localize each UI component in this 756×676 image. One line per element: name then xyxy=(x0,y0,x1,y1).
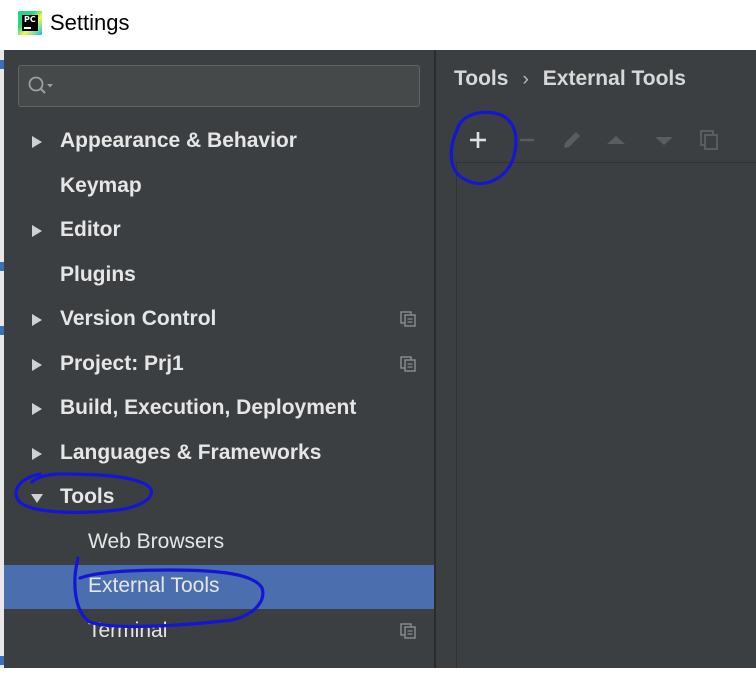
window-title: Settings xyxy=(50,10,130,35)
external-tools-list[interactable] xyxy=(456,162,756,668)
tools-toolbar xyxy=(436,118,756,162)
settings-tree-pane: Appearance & Behavior Keymap Editor Plugins… xyxy=(4,50,434,668)
tree-item-label: External Tools xyxy=(88,574,220,597)
move-down-icon[interactable] xyxy=(648,124,680,156)
breadcrumb: Tools › External Tools xyxy=(454,67,686,95)
copy-icon[interactable] xyxy=(693,124,725,156)
tree-item-external-tools[interactable]: External Tools xyxy=(4,565,434,609)
tree-item-appearance-behavior[interactable]: Appearance & Behavior xyxy=(4,120,434,164)
tree-item-label: Languages & Frameworks xyxy=(60,440,322,464)
tree-item-label: Tools xyxy=(60,485,115,508)
tree-item-plugins[interactable]: Plugins xyxy=(4,254,434,298)
tree-item-build-execution-deployment[interactable]: Build, Execution, Deployment xyxy=(4,387,434,431)
move-up-icon[interactable] xyxy=(600,124,632,156)
tree-item-editor[interactable]: Editor xyxy=(4,209,434,253)
pycharm-app-icon: PC xyxy=(18,11,42,35)
tree-item-label: Plugins xyxy=(60,262,136,286)
title-bar: PC Settings xyxy=(0,0,756,50)
tree-item-project-prj1[interactable]: Project: Prj1 xyxy=(4,343,434,387)
chevron-right-icon[interactable] xyxy=(30,447,44,461)
project-level-icon xyxy=(400,355,416,372)
chevron-right-icon[interactable] xyxy=(30,135,44,149)
remove-icon[interactable] xyxy=(512,124,544,156)
tree-item-label: Version Control xyxy=(60,307,217,330)
tree-item-label: Project: Prj1 xyxy=(60,351,184,375)
tree-item-keymap[interactable]: Keymap xyxy=(4,165,434,209)
project-level-icon xyxy=(400,311,416,327)
search-input[interactable] xyxy=(18,65,420,107)
breadcrumb-current: External Tools xyxy=(542,67,686,90)
chevron-right-icon[interactable] xyxy=(30,224,44,238)
tree-item-languages-frameworks[interactable]: Languages & Frameworks xyxy=(4,432,434,476)
external-tools-pane: Tools › External Tools xyxy=(436,50,756,668)
project-level-icon xyxy=(400,622,416,639)
chevron-right-icon[interactable] xyxy=(30,402,44,416)
tree-item-web-browsers[interactable]: Web Browsers xyxy=(4,521,434,565)
add-icon[interactable] xyxy=(462,124,494,156)
edit-icon[interactable] xyxy=(556,124,588,156)
window-bottom-edge xyxy=(0,668,756,676)
breadcrumb-parent[interactable]: Tools xyxy=(454,67,508,91)
search-icon xyxy=(28,76,53,94)
chevron-right-icon[interactable] xyxy=(30,313,44,327)
breadcrumb-separator: › xyxy=(522,69,529,90)
tree-item-label: Keymap xyxy=(60,173,142,197)
chevron-down-icon[interactable] xyxy=(30,491,44,505)
tree-item-terminal[interactable]: Terminal xyxy=(4,610,434,654)
tree-item-tools[interactable]: Tools xyxy=(4,476,434,520)
tree-item-label: Appearance & Behavior xyxy=(60,129,297,152)
tree-item-label: Web Browsers xyxy=(88,529,225,553)
tree-item-version-control[interactable]: Version Control xyxy=(4,298,434,342)
chevron-right-icon[interactable] xyxy=(30,358,44,372)
tree-item-label: Editor xyxy=(60,218,121,241)
tree-item-label: Terminal xyxy=(88,618,168,642)
tree-item-label: Build, Execution, Deployment xyxy=(60,396,357,419)
